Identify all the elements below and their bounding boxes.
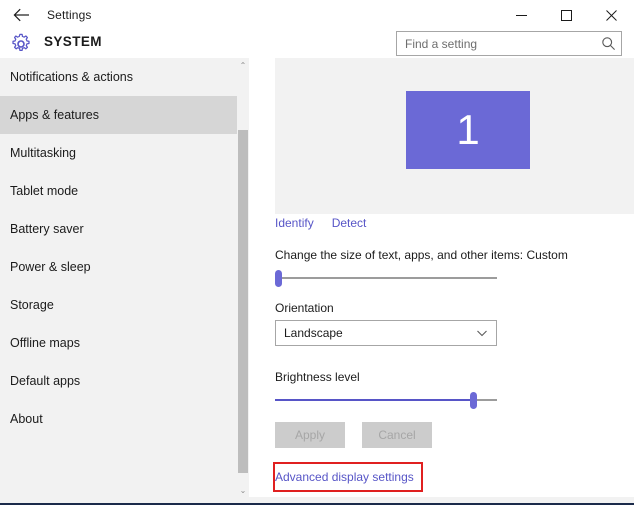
sidebar-item-about[interactable]: About bbox=[0, 400, 245, 438]
sidebar: Notifications & actions Apps & features … bbox=[0, 58, 245, 497]
gear-icon bbox=[9, 32, 33, 56]
caption-buttons bbox=[499, 0, 634, 30]
sidebar-item-battery-saver[interactable]: Battery saver bbox=[0, 210, 245, 248]
text-size-label: Change the size of text, apps, and other… bbox=[275, 248, 568, 262]
back-button[interactable] bbox=[0, 0, 44, 30]
sidebar-item-label: About bbox=[10, 412, 43, 426]
sidebar-item-label: Offline maps bbox=[10, 336, 80, 350]
display-preview-panel: 1 bbox=[275, 58, 634, 214]
sidebar-item-default-apps[interactable]: Default apps bbox=[0, 362, 245, 400]
sidebar-item-label: Apps & features bbox=[10, 108, 99, 122]
minimize-icon bbox=[516, 14, 527, 16]
sidebar-item-apps-features[interactable]: Apps & features bbox=[0, 96, 245, 134]
scrollbar-thumb[interactable] bbox=[238, 130, 248, 473]
sidebar-item-offline-maps[interactable]: Offline maps bbox=[0, 324, 245, 362]
advanced-display-settings-link[interactable]: Advanced display settings bbox=[275, 470, 414, 484]
sidebar-item-label: Power & sleep bbox=[10, 260, 91, 274]
maximize-icon bbox=[561, 9, 572, 21]
action-buttons: Apply Cancel bbox=[275, 422, 432, 448]
monitor-tile-1[interactable]: 1 bbox=[406, 91, 530, 169]
sidebar-item-label: Notifications & actions bbox=[10, 70, 133, 84]
search-input[interactable] bbox=[397, 32, 597, 55]
search-icon bbox=[601, 36, 616, 51]
sidebar-item-tablet-mode[interactable]: Tablet mode bbox=[0, 172, 245, 210]
sidebar-item-multitasking[interactable]: Multitasking bbox=[0, 134, 245, 172]
brightness-slider[interactable] bbox=[275, 390, 497, 410]
apply-button[interactable]: Apply bbox=[275, 422, 345, 448]
scroll-up-arrow-icon[interactable]: ⌃ bbox=[237, 58, 249, 72]
page-header: SYSTEM bbox=[0, 30, 634, 58]
sidebar-item-label: Storage bbox=[10, 298, 54, 312]
maximize-button[interactable] bbox=[544, 0, 589, 30]
page-title: SYSTEM bbox=[44, 34, 102, 49]
back-arrow-icon bbox=[13, 8, 29, 22]
sidebar-item-power-sleep[interactable]: Power & sleep bbox=[0, 248, 245, 286]
sidebar-item-storage[interactable]: Storage bbox=[0, 286, 245, 324]
sidebar-item-label: Default apps bbox=[10, 374, 81, 388]
scroll-down-arrow-icon[interactable]: ⌄ bbox=[237, 483, 249, 497]
settings-window: Settings SYSTEM Find a setting Notificat… bbox=[0, 0, 634, 505]
title-bar: Settings bbox=[0, 0, 634, 30]
detect-link[interactable]: Detect bbox=[332, 216, 367, 230]
close-button[interactable] bbox=[589, 0, 634, 30]
sidebar-item-label: Battery saver bbox=[10, 222, 84, 236]
orientation-label: Orientation bbox=[275, 301, 334, 315]
orientation-selected-value: Landscape bbox=[284, 326, 343, 340]
text-size-slider[interactable] bbox=[275, 268, 497, 288]
slider-thumb[interactable] bbox=[275, 270, 282, 287]
minimize-button[interactable] bbox=[499, 0, 544, 30]
monitor-number-label: 1 bbox=[456, 106, 480, 153]
close-icon bbox=[606, 9, 617, 21]
slider-rail bbox=[275, 277, 497, 279]
display-settings-content: 1 Identify Detect Change the size of tex… bbox=[249, 58, 634, 497]
slider-fill bbox=[275, 399, 473, 401]
identify-link[interactable]: Identify bbox=[275, 216, 314, 230]
display-action-links: Identify Detect bbox=[275, 216, 366, 230]
chevron-down-icon bbox=[475, 326, 489, 345]
window-title: Settings bbox=[47, 8, 92, 22]
sidebar-item-label: Multitasking bbox=[10, 146, 76, 160]
sidebar-scrollbar[interactable]: ⌃ ⌄ bbox=[237, 58, 249, 497]
sidebar-item-notifications-actions[interactable]: Notifications & actions bbox=[0, 58, 245, 96]
sidebar-item-label: Tablet mode bbox=[10, 184, 79, 198]
window-bottom-edge bbox=[0, 497, 634, 505]
search-box[interactable] bbox=[396, 31, 622, 56]
brightness-label: Brightness level bbox=[275, 370, 360, 384]
slider-thumb[interactable] bbox=[470, 392, 477, 409]
cancel-button[interactable]: Cancel bbox=[362, 422, 432, 448]
orientation-dropdown[interactable]: Landscape bbox=[275, 320, 497, 346]
